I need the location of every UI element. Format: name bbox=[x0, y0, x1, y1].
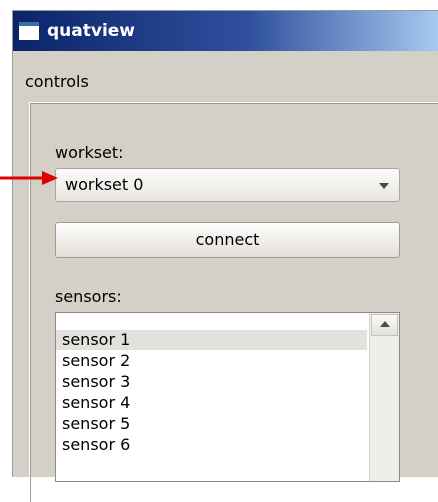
scroll-up-icon bbox=[380, 321, 390, 327]
title-bar[interactable]: quatview bbox=[13, 11, 438, 51]
workset-dropdown[interactable]: workset 0 bbox=[55, 168, 400, 202]
list-item-sensor-3[interactable]: sensor 3 bbox=[56, 372, 367, 392]
scroll-up-button[interactable] bbox=[371, 314, 398, 336]
window-title: quatview bbox=[47, 21, 136, 41]
list-item-sensor-5[interactable]: sensor 5 bbox=[56, 414, 367, 434]
list-item-sensor-1[interactable]: sensor 1 bbox=[56, 330, 367, 350]
sensors-label: sensors: bbox=[55, 287, 122, 306]
list-item-sensor-6[interactable]: sensor 6 bbox=[56, 435, 367, 455]
connect-button[interactable]: connect bbox=[55, 222, 400, 258]
list-item-sensor-4[interactable]: sensor 4 bbox=[56, 393, 367, 413]
list-item-sensor-2[interactable]: sensor 2 bbox=[56, 351, 367, 371]
window-icon bbox=[19, 22, 39, 40]
workset-label: workset: bbox=[55, 143, 124, 162]
arrow-right-icon bbox=[0, 171, 58, 185]
sensors-list[interactable]: sensor 1 sensor 2 sensor 3 sensor 4 sens… bbox=[55, 312, 400, 482]
sensors-scrollbar[interactable] bbox=[369, 313, 399, 481]
group-title-controls: controls bbox=[25, 72, 89, 91]
chevron-down-icon[interactable] bbox=[379, 183, 389, 189]
workset-selected-value: workset 0 bbox=[65, 175, 144, 194]
